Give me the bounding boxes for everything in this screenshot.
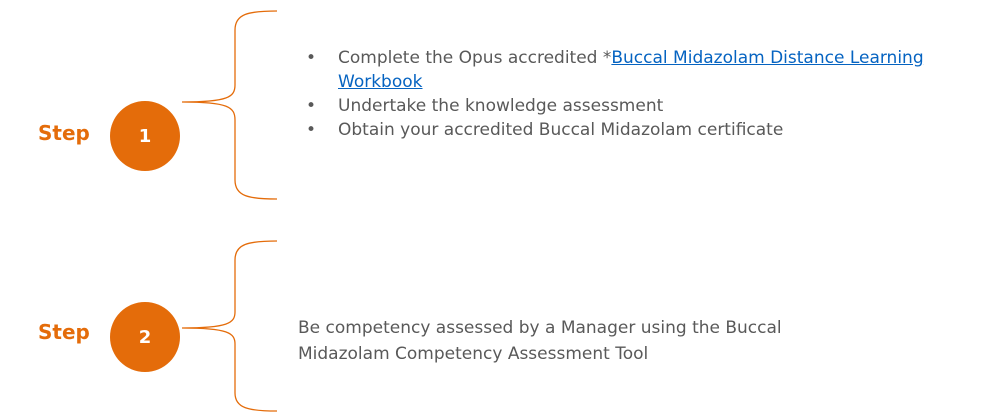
step-2-description: Be competency assessed by a Manager usin… [298,318,782,364]
bullet-text-prefix: Complete the Opus accredited * [338,48,612,68]
list-item: • Obtain your accredited Buccal Midazola… [306,118,976,142]
step-2-label: Step [38,320,90,344]
bullet-icon: • [306,96,317,116]
bullet-icon: • [306,48,317,68]
step-1-number-badge: 1 [110,101,180,171]
step-2-brace [181,240,278,412]
step-2-number: 2 [138,326,152,348]
list-item: • Complete the Opus accredited *Buccal M… [306,46,976,94]
step-1-brace [181,10,278,200]
step-1-bullet-list: • Complete the Opus accredited *Buccal M… [306,46,976,142]
step-2-number-badge: 2 [110,302,180,372]
step-1-label: Step [38,121,90,145]
step-1-number: 1 [138,125,152,147]
bullet-text: Obtain your accredited Buccal Midazolam … [338,120,784,140]
bullet-icon: • [306,120,317,140]
page: Step 1 • Complete the Opus accredited *B… [0,0,982,417]
bullet-text: Undertake the knowledge assessment [338,96,664,116]
list-item: • Undertake the knowledge assessment [306,94,976,118]
